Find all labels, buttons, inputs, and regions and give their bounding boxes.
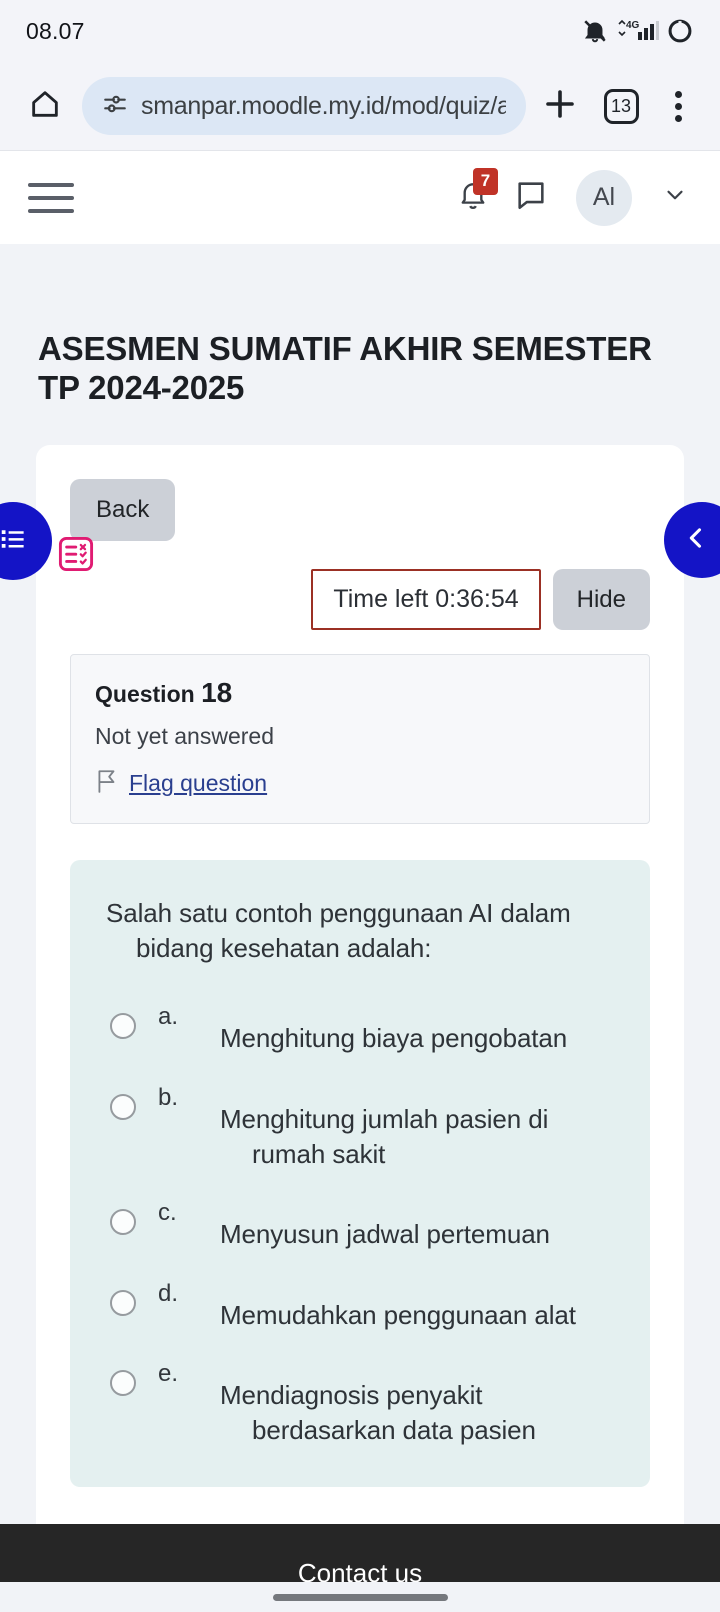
status-bar: 08.07 4G bbox=[0, 0, 720, 62]
question-label: Question bbox=[95, 681, 195, 708]
option-letter-c: c. bbox=[158, 1199, 177, 1227]
hamburger-icon-line2 bbox=[28, 195, 74, 200]
answer-option-e[interactable]: e. Mendiagnosis penyakit berdasarkan dat… bbox=[100, 1358, 620, 1447]
plus-icon bbox=[542, 86, 578, 127]
moodle-navbar: 7 Al bbox=[0, 150, 720, 244]
chevron-left-icon bbox=[682, 524, 710, 557]
home-button[interactable] bbox=[18, 79, 72, 133]
phone-screen: 08.07 4G smanpar.moodle.my.id/mod/quiz/a… bbox=[0, 0, 720, 1612]
flag-question-row[interactable]: Flag question bbox=[95, 768, 625, 799]
browser-toolbar: smanpar.moodle.my.id/mod/quiz/atte 13 bbox=[0, 62, 720, 150]
option-letter-b: b. bbox=[158, 1083, 179, 1111]
system-gesture-bar[interactable] bbox=[0, 1582, 720, 1612]
answer-option-a[interactable]: a. Menghitung biaya pengobatan bbox=[100, 1001, 620, 1056]
quiz-attempt-card: Back Time left 0:36:54 Hide Question 18 … bbox=[36, 445, 684, 1582]
sidebar-toggle-button[interactable] bbox=[28, 182, 74, 213]
answer-option-c[interactable]: c. Menyusun jadwal pertemuan bbox=[100, 1197, 620, 1252]
browser-menu-button[interactable] bbox=[654, 79, 702, 133]
quiz-checklist-icon bbox=[58, 536, 94, 576]
radio-button-d[interactable] bbox=[110, 1289, 136, 1316]
kebab-menu-icon bbox=[674, 90, 682, 98]
chat-bubble-icon bbox=[514, 182, 548, 216]
question-number-heading: Question 18 bbox=[95, 677, 625, 709]
back-button[interactable]: Back bbox=[70, 479, 176, 542]
flag-question-link[interactable]: Flag question bbox=[129, 770, 267, 797]
hamburger-icon-line1 bbox=[28, 182, 74, 187]
url-bar[interactable]: smanpar.moodle.my.id/mod/quiz/atte bbox=[82, 77, 526, 135]
question-answer-block: Salah satu contoh penggunaan AI dalam bi… bbox=[70, 860, 650, 1488]
option-letter-e: e. bbox=[158, 1360, 179, 1388]
answer-options-list: a. Menghitung biaya pengobatan b. Menghi… bbox=[100, 1001, 620, 1447]
option-text-a[interactable]: Menghitung biaya pengobatan bbox=[220, 1001, 567, 1056]
page-title: ASESMEN SUMATIF AKHIR SEMESTER TP 2024-2… bbox=[38, 330, 652, 406]
site-footer: Contact us bbox=[0, 1524, 720, 1582]
gesture-pill[interactable] bbox=[272, 1593, 448, 1601]
new-tab-button[interactable] bbox=[532, 78, 588, 134]
flag-outline-icon bbox=[95, 768, 119, 799]
list-icon bbox=[0, 524, 28, 559]
avatar[interactable]: Al bbox=[576, 169, 632, 226]
home-icon bbox=[28, 87, 62, 126]
bell-muted-icon bbox=[582, 18, 608, 44]
option-text-b[interactable]: Menghitung jumlah pasien di rumah sakit bbox=[220, 1082, 620, 1171]
navbar-actions: 7 Al bbox=[456, 167, 688, 226]
tab-switcher-button[interactable]: 13 bbox=[594, 79, 648, 133]
radio-button-c[interactable] bbox=[110, 1209, 136, 1236]
battery-icon bbox=[666, 17, 694, 45]
messages-button[interactable] bbox=[514, 178, 548, 217]
contact-us-link[interactable]: Contact us bbox=[298, 1558, 422, 1582]
notifications-button[interactable]: 7 bbox=[456, 167, 498, 219]
answer-option-d[interactable]: d. Memudahkan penggunaan alat bbox=[100, 1278, 620, 1333]
option-letter-a: a. bbox=[158, 1003, 179, 1031]
kebab-menu-icon-dot2 bbox=[674, 102, 682, 110]
option-text-d[interactable]: Memudahkan penggunaan alat bbox=[220, 1278, 576, 1333]
tab-count-label: 13 bbox=[603, 88, 639, 124]
hamburger-icon-line3 bbox=[28, 208, 74, 213]
notification-badge: 7 bbox=[473, 167, 498, 195]
svg-text:4G: 4G bbox=[626, 20, 640, 31]
status-bar-clock: 08.07 bbox=[26, 17, 85, 44]
url-text[interactable]: smanpar.moodle.my.id/mod/quiz/atte bbox=[141, 92, 506, 121]
chevron-down-icon[interactable] bbox=[662, 182, 688, 213]
radio-button-a[interactable] bbox=[110, 1013, 136, 1040]
timer-row: Time left 0:36:54 Hide bbox=[70, 569, 650, 631]
bell-icon bbox=[456, 182, 490, 217]
page-body: ASESMEN SUMATIF AKHIR SEMESTER TP 2024-2… bbox=[0, 244, 720, 1582]
option-letter-d: d. bbox=[158, 1279, 179, 1307]
option-text-e[interactable]: Mendiagnosis penyakit berdasarkan data p… bbox=[220, 1358, 620, 1447]
hide-timer-button[interactable]: Hide bbox=[552, 569, 650, 631]
quiz-timer: Time left 0:36:54 bbox=[311, 569, 541, 631]
question-number: 18 bbox=[201, 677, 233, 709]
radio-button-b[interactable] bbox=[110, 1093, 136, 1120]
quiz-activity-icon-wrapper bbox=[58, 536, 94, 577]
question-state: Not yet answered bbox=[95, 723, 274, 750]
question-text: Salah satu contoh penggunaan AI dalam bi… bbox=[106, 898, 571, 963]
status-bar-icons: 4G bbox=[582, 17, 694, 45]
signal-4g-icon: 4G bbox=[615, 18, 659, 44]
answer-option-b[interactable]: b. Menghitung jumlah pasien di rumah sak… bbox=[100, 1082, 620, 1171]
option-text-c[interactable]: Menyusun jadwal pertemuan bbox=[220, 1197, 550, 1252]
radio-button-e[interactable] bbox=[110, 1370, 136, 1397]
kebab-menu-icon-dot3 bbox=[674, 114, 682, 122]
question-info-box: Question 18 Not yet answered Flag questi… bbox=[70, 654, 650, 825]
tune-icon[interactable] bbox=[102, 91, 128, 122]
